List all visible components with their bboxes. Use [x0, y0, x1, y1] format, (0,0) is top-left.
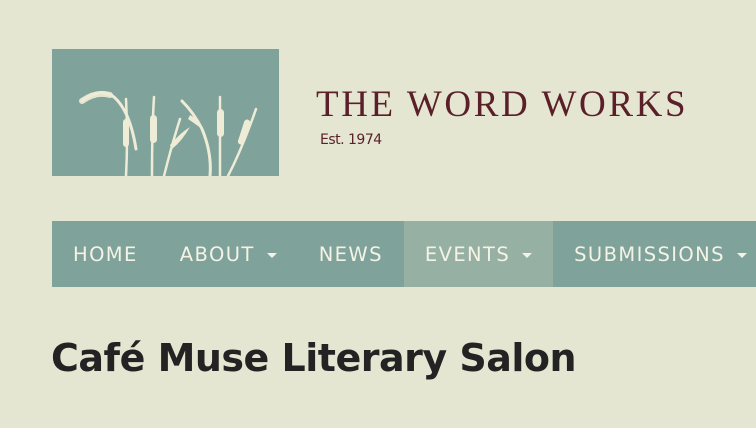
reeds-logo-icon — [79, 90, 258, 176]
site-tagline: Est. 1974 — [320, 132, 382, 148]
nav-item-label: EVENTS — [424, 242, 511, 266]
site-logo[interactable] — [52, 49, 279, 176]
nav-item-about[interactable]: ABOUT — [159, 221, 298, 287]
chevron-down-icon — [266, 252, 277, 258]
chevron-down-icon — [736, 252, 747, 258]
page-title: Café Muse Literary Salon — [51, 336, 577, 380]
nav-item-news[interactable]: NEWS — [298, 221, 404, 287]
main-navigation: HOME ABOUT NEWS EVENTS SUBMISSIONS — [52, 221, 756, 287]
nav-item-label: HOME — [73, 242, 138, 266]
nav-item-label: NEWS — [318, 242, 383, 266]
nav-item-events[interactable]: EVENTS — [403, 221, 554, 287]
site-title[interactable]: THE WORD WORKS — [316, 86, 688, 123]
chevron-down-icon — [522, 252, 533, 258]
nav-item-submissions[interactable]: SUBMISSIONS — [553, 221, 756, 287]
nav-item-label: SUBMISSIONS — [574, 242, 725, 266]
nav-item-home[interactable]: HOME — [52, 221, 159, 287]
nav-item-label: ABOUT — [179, 242, 255, 266]
